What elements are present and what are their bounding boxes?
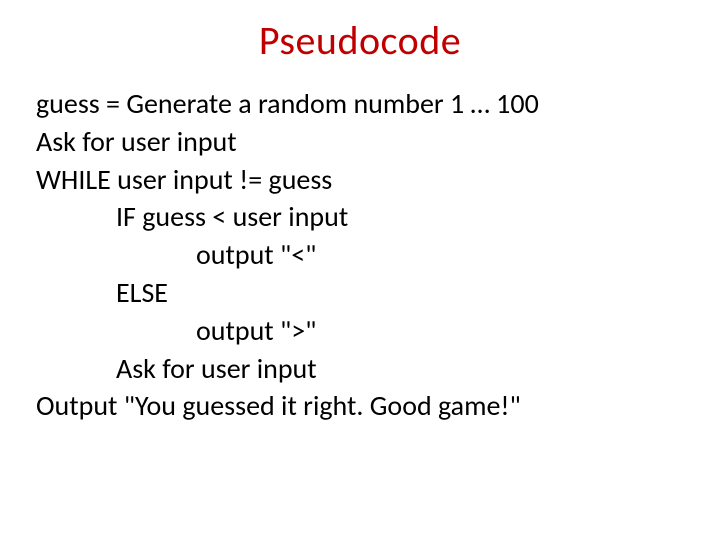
code-line: WHILE user input != guess — [36, 161, 684, 199]
code-line: guess = Generate a random number 1 … 100 — [36, 85, 684, 123]
code-line: Output "You guessed it right. Good game!… — [36, 387, 684, 425]
code-line: IF guess < user input — [36, 198, 684, 236]
code-line: ELSE — [36, 274, 684, 312]
code-line: output ">" — [36, 312, 684, 350]
code-line: Ask for user input — [36, 350, 684, 388]
pseudocode-block: guess = Generate a random number 1 … 100… — [36, 85, 684, 425]
slide-title: Pseudocode — [36, 16, 684, 65]
slide: Pseudocode guess = Generate a random num… — [0, 0, 720, 540]
code-line: Ask for user input — [36, 123, 684, 161]
code-line: output "<" — [36, 236, 684, 274]
